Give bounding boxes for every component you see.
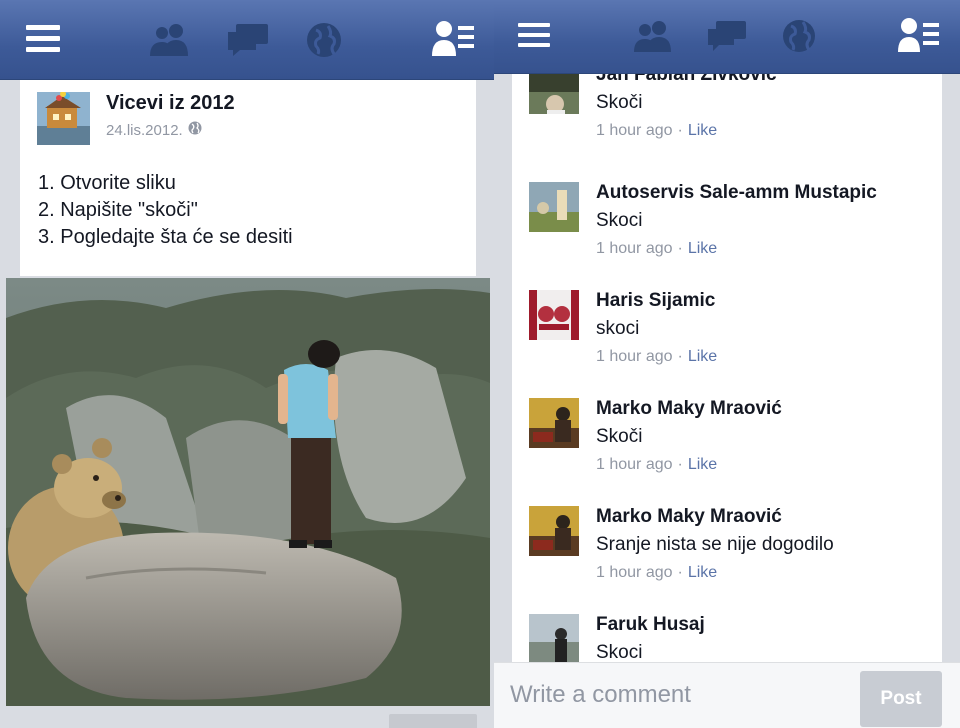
- commenter-name[interactable]: Marko Maky Mraović: [596, 506, 782, 528]
- comment-text: Skoči: [596, 426, 643, 447]
- like-link[interactable]: Like: [688, 456, 717, 473]
- comment-item: Marko Maky Mraović Sranje nista se nije …: [512, 506, 942, 614]
- post-photo[interactable]: [6, 278, 490, 706]
- separator-dot: ·: [677, 122, 683, 139]
- partial-button[interactable]: [389, 714, 477, 728]
- commenter-avatar[interactable]: [529, 398, 579, 448]
- messages-icon[interactable]: [708, 21, 746, 51]
- comment-time: 1 hour ago: [596, 240, 673, 257]
- friend-requests-icon[interactable]: [634, 20, 672, 52]
- commenter-name[interactable]: Autoservis Sale-amm Mustapic: [596, 182, 877, 204]
- top-navbar: [494, 0, 960, 74]
- comment-meta: 1 hour ago · Like: [596, 348, 717, 366]
- like-link[interactable]: Like: [688, 122, 717, 139]
- like-link[interactable]: Like: [688, 240, 717, 257]
- comment-time: 1 hour ago: [596, 348, 673, 365]
- comment-text: skoci: [596, 318, 640, 339]
- commenter-name[interactable]: Haris Sijamic: [596, 290, 715, 312]
- menu-icon[interactable]: [518, 22, 550, 48]
- commenter-avatar[interactable]: [529, 290, 579, 340]
- comment-text: Skoci: [596, 642, 643, 662]
- comments-list: Jan Fabian Zivković Skoči 1 hour ago · Lik…: [512, 74, 942, 662]
- commenter-avatar[interactable]: [529, 182, 579, 232]
- commenter-avatar[interactable]: [529, 614, 579, 662]
- post-card: Vicevi iz 2012 24.lis.2012. 1. Otvorite …: [20, 80, 476, 276]
- right-screen: Jan Fabian Zivković Skoči 1 hour ago · Lik…: [494, 0, 960, 728]
- menu-icon[interactable]: [26, 24, 60, 52]
- comment-input[interactable]: Write a comment: [510, 681, 691, 709]
- commenter-name[interactable]: Jan Fabian Zivković: [596, 74, 777, 86]
- contacts-icon[interactable]: [898, 18, 940, 52]
- separator-dot: ·: [677, 456, 683, 473]
- page-avatar[interactable]: [37, 92, 90, 145]
- commenter-name[interactable]: Faruk Husaj: [596, 614, 705, 636]
- comment-time: 1 hour ago: [596, 122, 673, 139]
- comment-meta: 1 hour ago · Like: [596, 240, 717, 258]
- messages-icon[interactable]: [228, 24, 268, 56]
- comment-meta: 1 hour ago · Like: [596, 122, 717, 140]
- like-link[interactable]: Like: [688, 564, 717, 581]
- separator-dot: ·: [677, 564, 683, 581]
- comment-composer: Write a comment Post: [494, 662, 960, 728]
- post-date[interactable]: 24.lis.2012.: [106, 122, 183, 139]
- comment-text: Skoči: [596, 92, 643, 113]
- comment-text: Skoci: [596, 210, 643, 231]
- top-navbar: [0, 0, 494, 80]
- post-button[interactable]: Post: [860, 671, 942, 727]
- comment-time: 1 hour ago: [596, 456, 673, 473]
- separator-dot: ·: [677, 240, 683, 257]
- commenter-name[interactable]: Marko Maky Mraović: [596, 398, 782, 420]
- left-screen: Vicevi iz 2012 24.lis.2012. 1. Otvorite …: [0, 0, 494, 728]
- post-text-line-2: 2. Napišite "skoči": [38, 199, 198, 221]
- comment-item: Jan Fabian Zivković Skoči 1 hour ago · Lik…: [512, 74, 942, 172]
- comment-text: Sranje nista se nije dogodilo: [596, 534, 834, 555]
- post-meta: 24.lis.2012.: [106, 121, 202, 139]
- notifications-globe-icon[interactable]: [306, 22, 342, 58]
- comment-time: 1 hour ago: [596, 564, 673, 581]
- contacts-icon[interactable]: [432, 20, 476, 56]
- globe-icon: [188, 121, 202, 139]
- like-link[interactable]: Like: [688, 348, 717, 365]
- comment-item: Marko Maky Mraović Skoči 1 hour ago · Like: [512, 398, 942, 506]
- commenter-avatar[interactable]: [529, 74, 579, 114]
- comment-meta: 1 hour ago · Like: [596, 564, 717, 582]
- comment-item: Autoservis Sale-amm Mustapic Skoci 1 hou…: [512, 182, 942, 290]
- post-author[interactable]: Vicevi iz 2012: [106, 92, 235, 115]
- comment-meta: 1 hour ago · Like: [596, 456, 717, 474]
- post-text-line-1: 1. Otvorite sliku: [38, 172, 176, 194]
- comment-item: Haris Sijamic skoci 1 hour ago · Like: [512, 290, 942, 398]
- friend-requests-icon[interactable]: [150, 22, 190, 56]
- commenter-avatar[interactable]: [529, 506, 579, 556]
- separator-dot: ·: [677, 348, 683, 365]
- notifications-globe-icon[interactable]: [782, 19, 816, 53]
- comment-item: Faruk Husaj Skoci: [512, 614, 942, 662]
- post-text-line-3: 3. Pogledajte šta će se desiti: [38, 226, 293, 248]
